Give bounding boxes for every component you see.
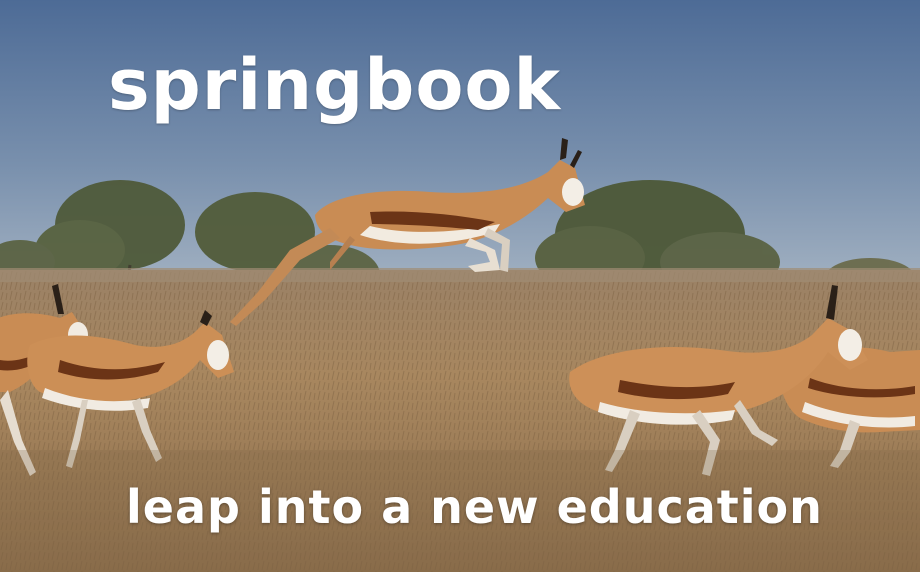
brand-title: springbook <box>108 44 562 126</box>
tagline: leap into a new education <box>126 480 823 534</box>
photo-scene: springbook leap into a new education <box>0 0 920 572</box>
